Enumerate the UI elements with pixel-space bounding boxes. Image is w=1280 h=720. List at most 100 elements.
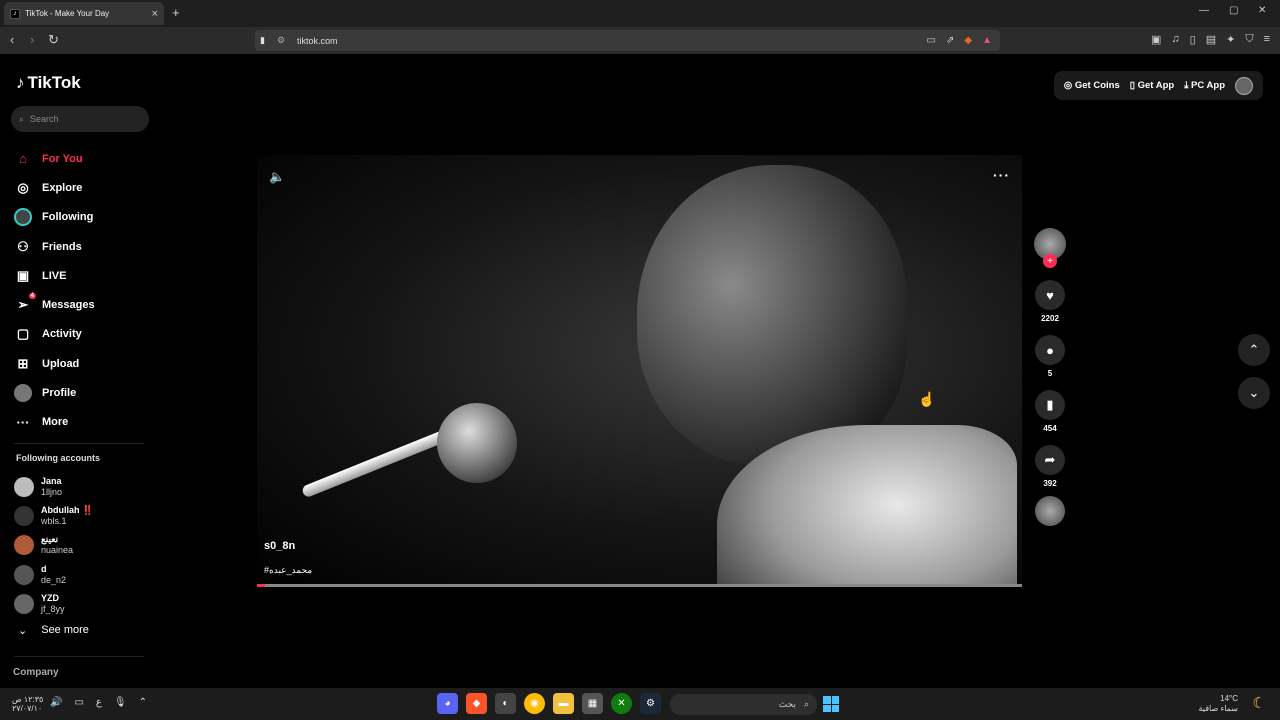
save-count: 454 (1043, 424, 1057, 433)
file-explorer-icon[interactable]: ▬ (553, 693, 574, 714)
follow-plus-icon[interactable]: + (1043, 254, 1057, 268)
back-icon[interactable]: ‹ (10, 32, 14, 47)
nav-upload[interactable]: ⊞ Upload (14, 349, 95, 378)
account-item[interactable]: Abdullah ‼️ wbls.1 (14, 501, 93, 530)
discord-icon[interactable]: ◕ (437, 693, 458, 714)
tiktok-logo[interactable]: ♪ TikTok (16, 73, 81, 93)
avatar (14, 535, 34, 556)
taskbar-search[interactable]: بحث ⌕ (670, 694, 817, 715)
brave-app-icon[interactable]: ◆ (466, 693, 487, 714)
see-more-button[interactable]: ⌄ See more (18, 624, 89, 637)
nav-friends[interactable]: ⚇ Friends (14, 232, 95, 261)
tray-expand-icon[interactable]: ⌃ (139, 697, 147, 708)
volume-tray-icon[interactable]: 🔊 (50, 697, 62, 708)
avatar (14, 594, 34, 615)
account-item[interactable]: نعينع nuainea (14, 531, 93, 560)
account-item[interactable]: YZD jf_8yy (14, 590, 93, 619)
music-disc-avatar[interactable] (1035, 496, 1065, 526)
wallet-icon[interactable]: ▤ (1206, 33, 1216, 46)
heart-icon: ♥ (1046, 287, 1054, 303)
url-text: tiktok.com (297, 35, 338, 46)
previous-video-button[interactable]: ⌃ (1238, 334, 1270, 366)
following-accounts-title: Following accounts (16, 453, 101, 463)
vpn-icon[interactable]: ⛉ (1245, 33, 1253, 46)
nav-following[interactable]: Following (14, 203, 95, 232)
get-app-button[interactable]: ▯ Get App (1130, 80, 1174, 91)
cast-icon[interactable]: ▭ (927, 35, 936, 46)
video-progress-fill (257, 584, 265, 587)
messages-badge: 4 (28, 293, 36, 300)
chrome-icon[interactable]: ◉ (524, 693, 545, 714)
video-more-icon[interactable]: ··· (993, 167, 1010, 183)
account-item[interactable]: d de_n2 (14, 560, 93, 589)
taskbar-clock[interactable]: ١٢:٣٥ ص ٢٧/٠٧/١٠ (12, 695, 43, 713)
nav-more[interactable]: ··· More (14, 408, 95, 437)
minimize-icon[interactable]: — (1199, 5, 1209, 16)
following-accounts-list: Jana 1lljno Abdullah ‼️ wbls.1 نعينع nuaine… (14, 472, 93, 619)
moon-icon: ☾ (1252, 695, 1266, 712)
pc-app-button[interactable]: ⤓ PC App (1184, 80, 1225, 91)
next-video-button[interactable]: ⌄ (1238, 377, 1270, 409)
leo-icon[interactable]: ✦ (1226, 33, 1235, 46)
mic-tray-icon[interactable]: 🎙 (114, 697, 127, 708)
nav-for-you[interactable]: ⌂ For You (14, 144, 95, 173)
live-icon: ▣ (16, 267, 30, 283)
browser-tab[interactable]: ♪ TikTok - Make Your Day × (4, 2, 164, 25)
reload-icon[interactable]: ↻ (48, 32, 59, 48)
bookmark-icon[interactable]: ▮ (260, 35, 265, 46)
activity-icon: ▢ (16, 326, 30, 342)
share-button[interactable]: ➦ (1035, 445, 1065, 475)
nav-activity[interactable]: ▢ Activity (14, 320, 95, 349)
forward-icon[interactable]: › (30, 32, 34, 47)
company-link[interactable]: Company (13, 667, 59, 678)
nav-explore[interactable]: ◎ Explore (14, 173, 95, 202)
new-tab-icon[interactable]: + (172, 5, 180, 20)
app-icon[interactable]: ◐ (495, 693, 516, 714)
save-button[interactable]: ▮ (1035, 390, 1065, 420)
get-coins-button[interactable]: ◎ Get Coins (1064, 80, 1120, 91)
language-tray-icon[interactable]: ع (96, 697, 102, 708)
sidebar-toggle-icon[interactable]: ▯ (1190, 33, 1196, 46)
network-tray-icon[interactable]: ▭ (74, 697, 83, 708)
divider (14, 443, 144, 444)
steam-icon[interactable]: ⚙ (640, 693, 661, 714)
weather-widget[interactable]: 14°C سماء صافية (1198, 694, 1238, 714)
chevron-down-icon: ⌄ (1248, 385, 1260, 400)
brave-shield-icon[interactable]: ◆ (964, 35, 972, 46)
account-item[interactable]: Jana 1lljno (14, 472, 93, 501)
volume-icon[interactable]: 🔈 (269, 169, 285, 185)
video-frame-microphone (437, 403, 517, 483)
nav-profile[interactable]: Profile (14, 378, 95, 407)
video-player[interactable]: 🔈 ··· s0_8n #محمد_عبده (257, 155, 1022, 587)
rewards-icon[interactable]: ▲ (982, 35, 992, 46)
user-avatar[interactable] (1235, 76, 1253, 95)
screenshot-icon[interactable]: ▣ (1151, 33, 1161, 46)
store-icon[interactable]: ▦ (582, 693, 603, 714)
search-icon: ⌕ (803, 699, 809, 709)
chevron-up-icon: ⌃ (1248, 342, 1260, 357)
nav-live[interactable]: ▣ LIVE (14, 261, 95, 290)
search-input[interactable]: ⌕ Search (11, 106, 149, 132)
xbox-icon[interactable]: ✕ (611, 693, 632, 714)
search-icon: ⌕ (19, 113, 25, 124)
more-icon: ··· (16, 414, 30, 430)
maximize-icon[interactable]: ▢ (1229, 5, 1238, 16)
video-username[interactable]: s0_8n (264, 540, 295, 552)
menu-icon[interactable]: ≡ (1264, 33, 1270, 46)
nav-list: ⌂ For You ◎ Explore Following ⚇ Friends ▣ LI… (14, 144, 95, 437)
nav-messages[interactable]: ➢ 4 Messages (14, 290, 95, 319)
media-icon[interactable]: ♫ (1171, 33, 1179, 46)
video-hashtag[interactable]: #محمد_عبده (264, 565, 312, 576)
like-button[interactable]: ♥ (1035, 280, 1065, 310)
start-icon[interactable] (823, 696, 839, 712)
share-icon[interactable]: ⇗ (946, 35, 954, 46)
taskbar-apps: ◕ ◆ ◐ ◉ ▬ ▦ ✕ ⚙ (437, 693, 661, 714)
url-bar[interactable]: ▮ ⚙ tiktok.com ▭ ⇗ ◆ ▲ (255, 30, 1000, 51)
creator-avatar[interactable]: + (1034, 228, 1066, 268)
site-info-icon[interactable]: ⚙ (277, 35, 285, 46)
comment-button[interactable]: ● (1035, 335, 1065, 365)
close-window-icon[interactable]: ✕ (1258, 5, 1266, 16)
tab-close-icon[interactable]: × (152, 8, 158, 20)
tab-title: TikTok - Make Your Day (25, 9, 110, 18)
video-progress-bar[interactable] (257, 584, 1022, 587)
